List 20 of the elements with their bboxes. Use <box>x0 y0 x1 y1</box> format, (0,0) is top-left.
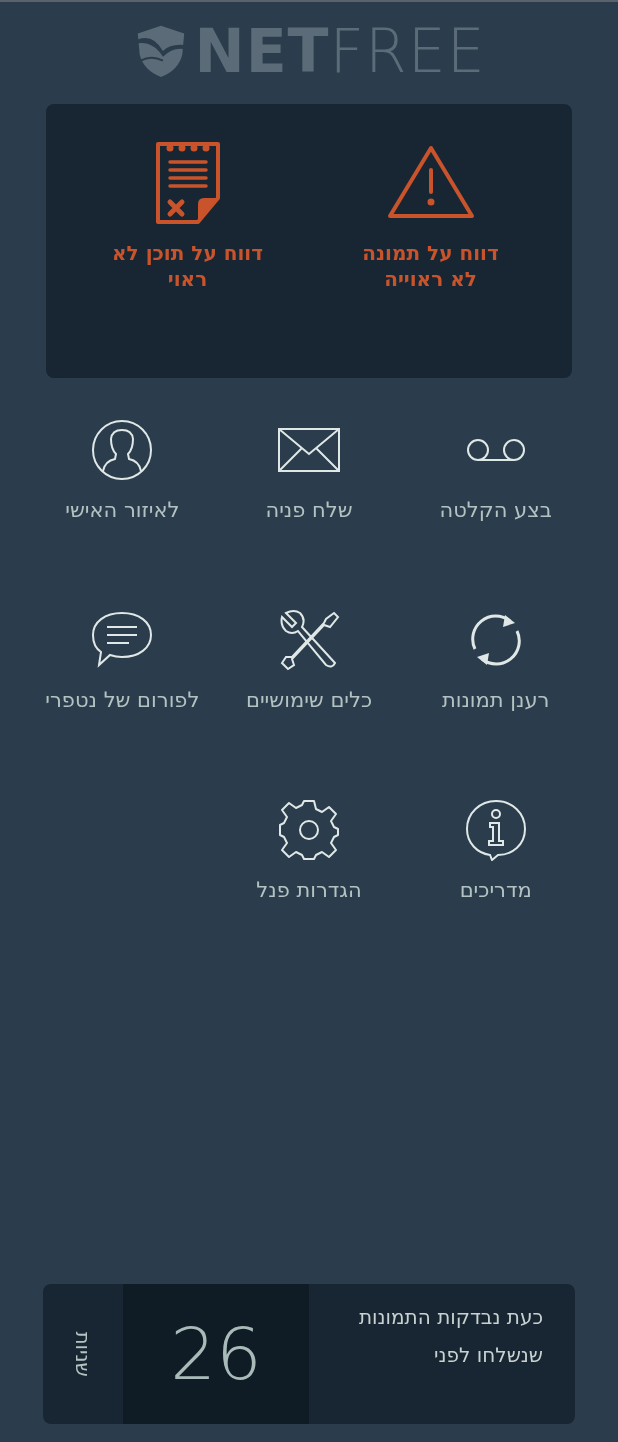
menu-item[interactable]: בצע הקלטה <box>402 418 589 568</box>
menu-item[interactable]: כלים שימושיים <box>215 608 403 758</box>
countdown-unit: שניות <box>71 1331 95 1377</box>
info-icon <box>464 799 527 861</box>
tools-icon <box>278 609 340 671</box>
menu-item[interactable]: רענן תמונות <box>402 608 589 758</box>
settings-icon <box>278 799 340 861</box>
envelope-icon <box>278 428 340 472</box>
chat-icon <box>91 611 154 669</box>
menu-item[interactable]: מדריכים <box>402 798 589 948</box>
status-message: כעת נבדקות התמונות שנשלחו לפני <box>357 1304 544 1369</box>
report-button[interactable]: דווח על תוכן לא ראוי <box>66 138 309 292</box>
menu-item[interactable]: הגדרות פנל <box>215 798 403 948</box>
menu-item[interactable]: לפורום של נטפרי <box>29 608 216 758</box>
menu-item[interactable]: שלח פניה <box>215 418 403 568</box>
menu-item[interactable]: לאיזור האישי <box>29 418 216 568</box>
voicemail-icon <box>464 437 527 463</box>
user-icon <box>91 419 154 481</box>
countdown-number: 26 <box>170 1312 262 1396</box>
report-button[interactable]: דווח על תמונה לא ראוייה <box>309 138 552 292</box>
